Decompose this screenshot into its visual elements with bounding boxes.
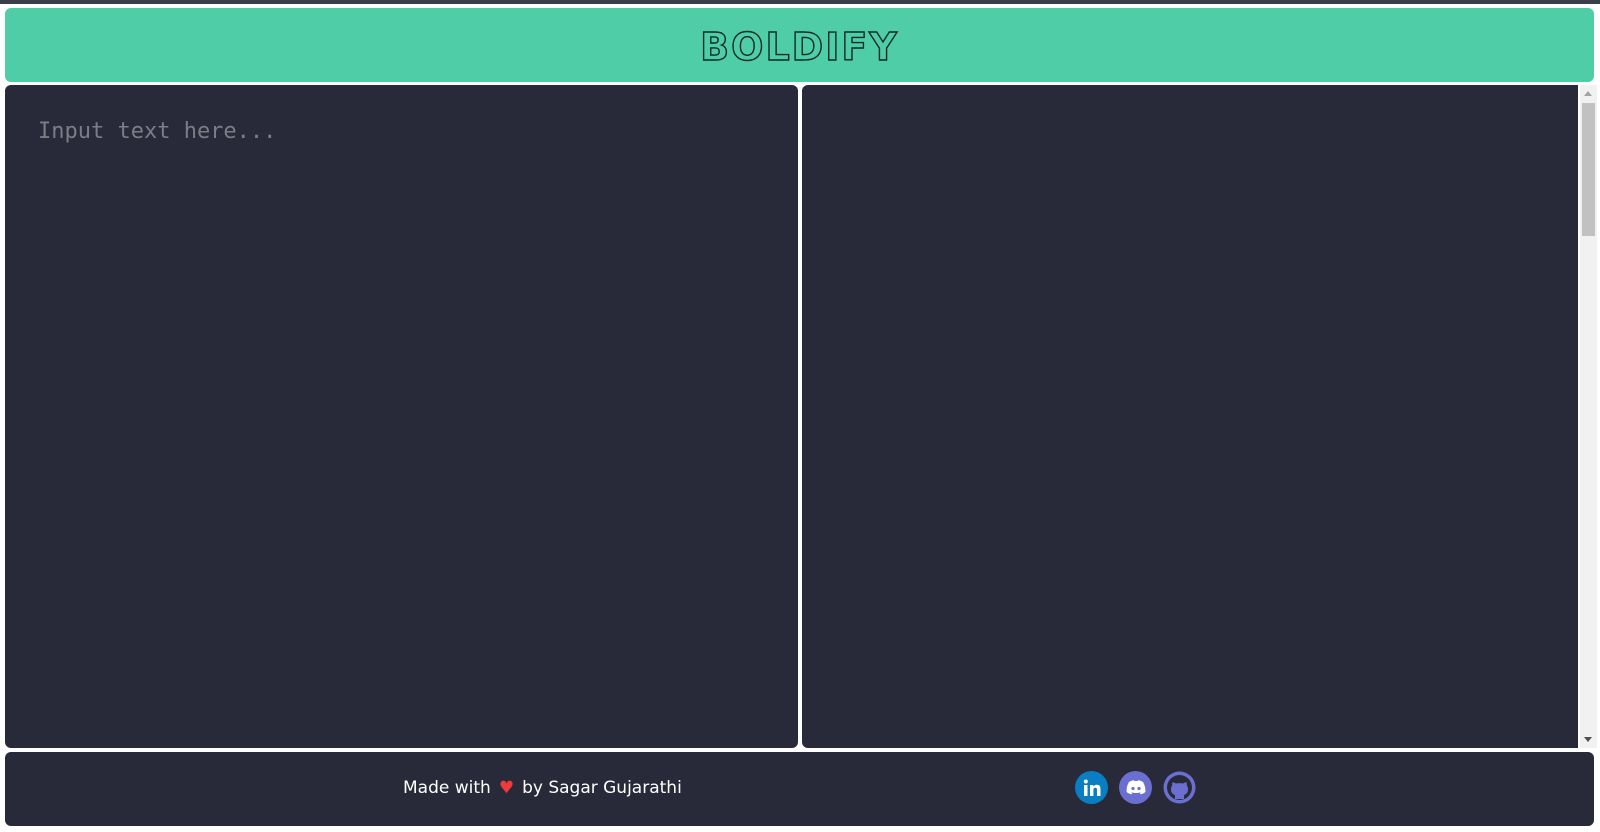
discord-icon[interactable]	[1119, 771, 1152, 804]
linkedin-icon[interactable]	[1075, 771, 1108, 804]
header: BOLDIFY	[5, 8, 1594, 82]
heart-icon: ♥	[498, 778, 515, 798]
github-icon[interactable]	[1163, 771, 1196, 804]
author-text: by Sagar Gujarathi	[522, 778, 682, 798]
credits: Made with ♥ by Sagar Gujarathi	[403, 778, 682, 798]
scrollbar-thumb[interactable]	[1582, 103, 1595, 236]
scrollbar[interactable]	[1580, 85, 1597, 748]
app-logo: BOLDIFY	[699, 24, 899, 69]
input-textarea[interactable]	[5, 85, 798, 748]
input-panel	[5, 85, 798, 748]
top-border	[0, 0, 1600, 4]
footer: Made with ♥ by Sagar Gujarathi	[5, 752, 1594, 826]
output-panel	[802, 85, 1578, 748]
scroll-up-arrow-icon[interactable]	[1584, 91, 1592, 96]
made-with-text: Made with	[403, 778, 491, 798]
social-links	[1075, 771, 1196, 804]
scroll-down-arrow-icon[interactable]	[1584, 737, 1592, 742]
